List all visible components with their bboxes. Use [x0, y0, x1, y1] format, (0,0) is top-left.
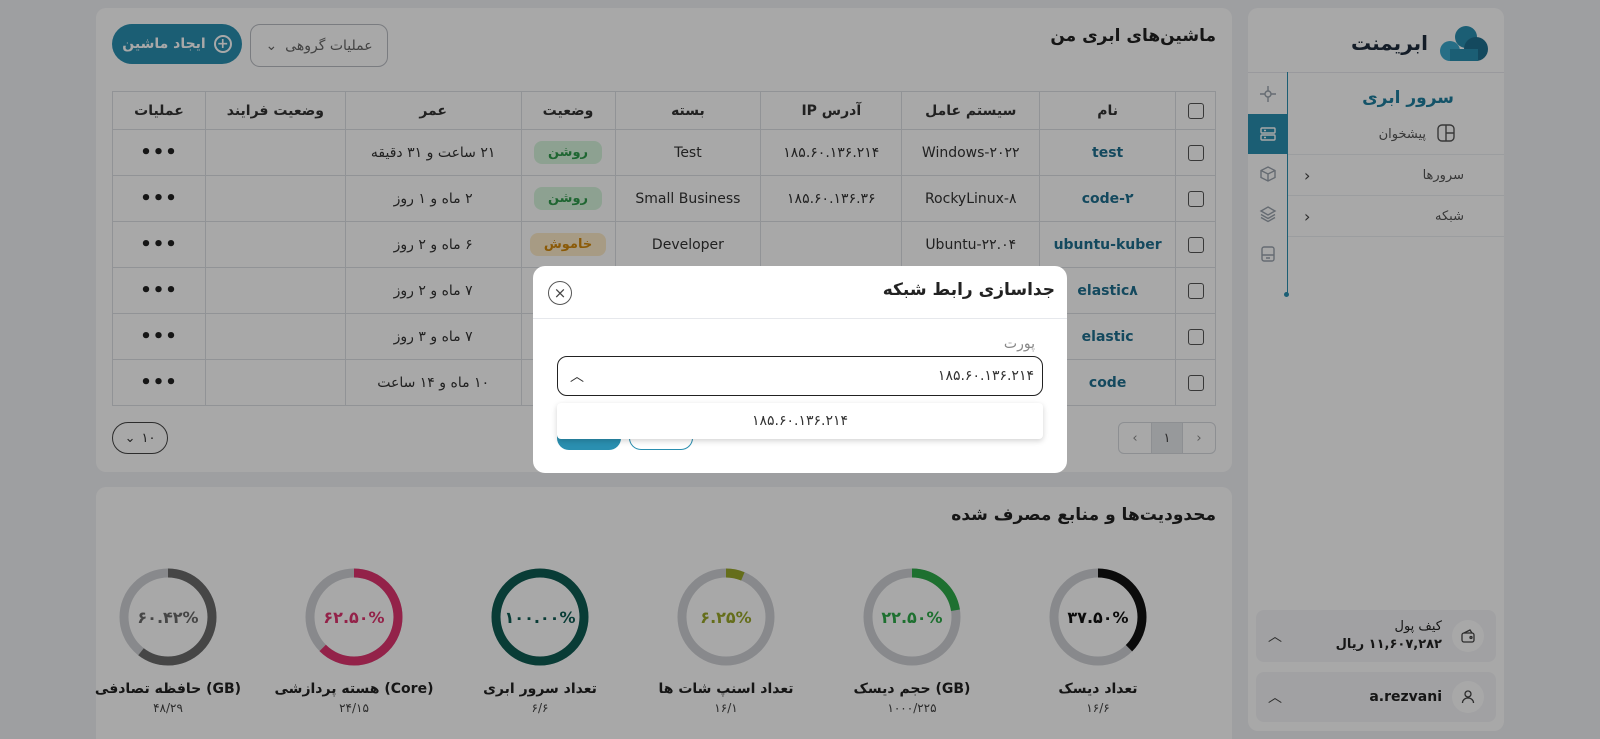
modal-header: جداسازی رابط شبکه ×: [533, 266, 1067, 319]
chevron-up-icon: ︿: [570, 369, 584, 385]
detach-nic-modal: جداسازی رابط شبکه × پورت ۱۸۵.۶۰.۱۳۶.۲۱۴ …: [533, 266, 1067, 473]
close-icon[interactable]: ×: [548, 281, 572, 305]
port-label: پورت: [1003, 336, 1035, 352]
port-select[interactable]: ۱۸۵.۶۰.۱۳۶.۲۱۴ ︿: [557, 356, 1043, 396]
modal-title: جداسازی رابط شبکه: [882, 280, 1055, 300]
port-option[interactable]: ۱۸۵.۶۰.۱۳۶.۲۱۴: [557, 403, 1043, 439]
port-option-label: ۱۸۵.۶۰.۱۳۶.۲۱۴: [751, 413, 849, 429]
port-selected-value: ۱۸۵.۶۰.۱۳۶.۲۱۴: [937, 368, 1034, 384]
